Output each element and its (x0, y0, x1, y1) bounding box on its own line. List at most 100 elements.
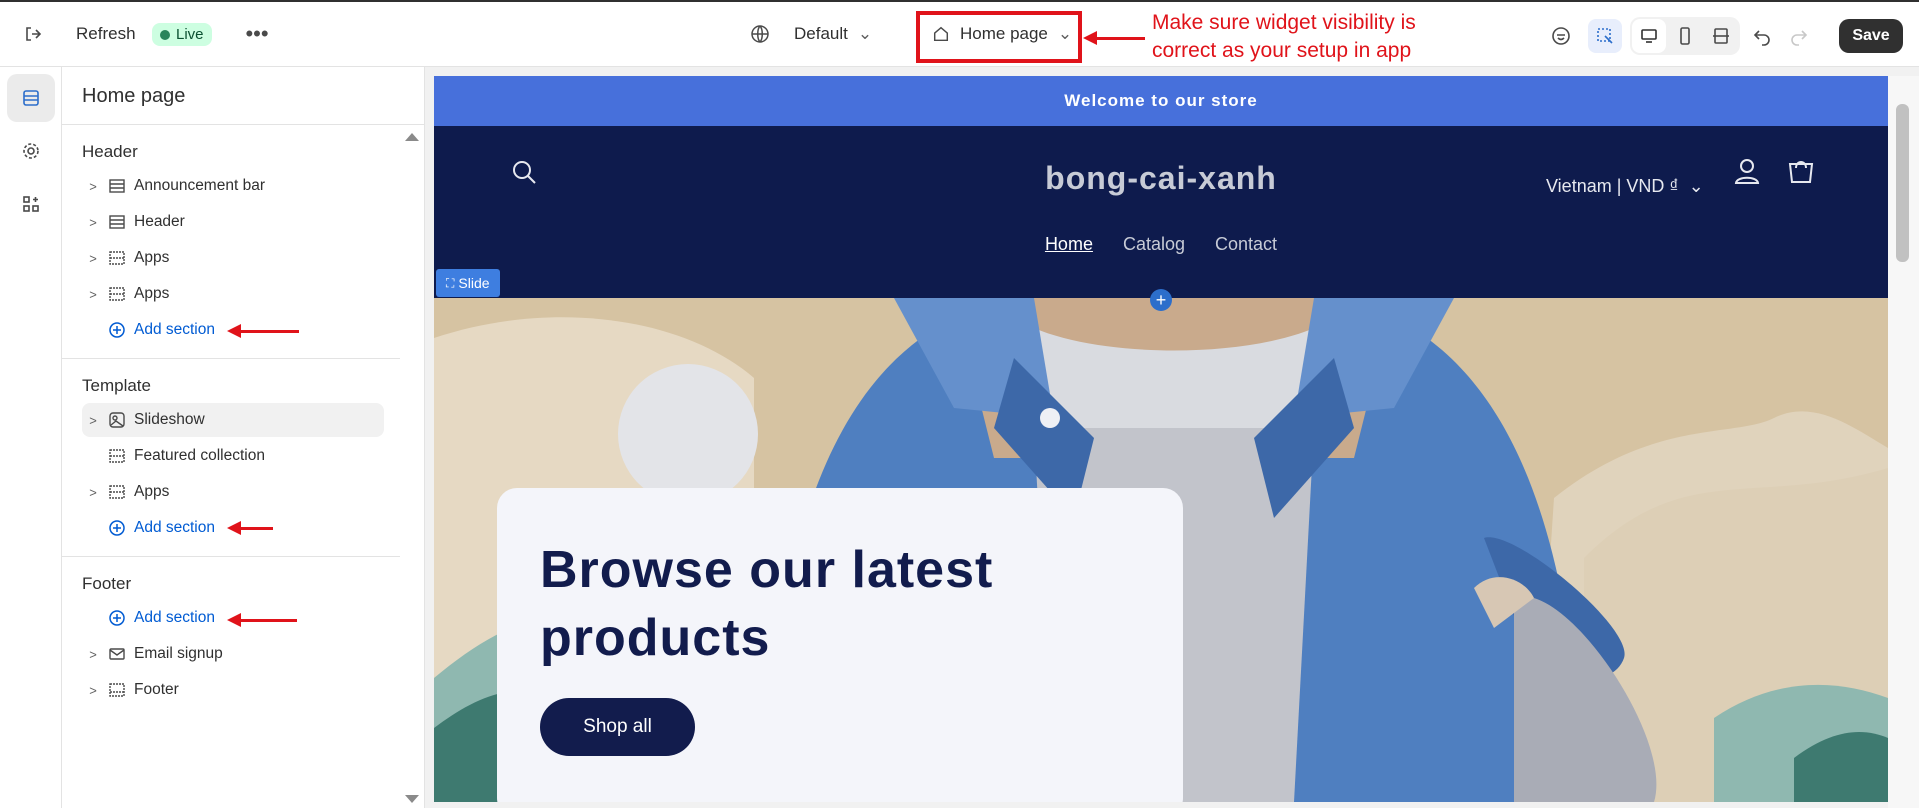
viewport-switcher (1630, 17, 1740, 55)
section-row-apps[interactable]: > Apps (82, 277, 448, 311)
section-row-footer[interactable]: > Footer (82, 673, 448, 707)
cart-icon[interactable] (1786, 156, 1816, 186)
gear-icon[interactable] (7, 127, 55, 175)
annotation-highlight-box (916, 11, 1082, 63)
desktop-icon[interactable] (1632, 19, 1666, 53)
store-preview: Welcome to our store bong-cai-xanh Vietn… (434, 76, 1888, 802)
chevron-right-icon[interactable]: > (82, 287, 104, 302)
chevron-right-icon[interactable]: > (82, 179, 104, 194)
chevron-right-icon[interactable]: > (82, 683, 104, 698)
section-label: Announcement bar (134, 177, 265, 194)
refresh-button[interactable]: Refresh (76, 24, 136, 44)
section-label: Featured collection (134, 447, 265, 464)
apps-section-icon (109, 485, 125, 499)
annotation-arrow-icon (227, 521, 273, 535)
hero-card: Browse our latest products Shop all (497, 488, 1183, 802)
section-row-announcement-bar[interactable]: > Announcement bar (82, 169, 448, 203)
section-row-apps[interactable]: > Apps (82, 241, 448, 275)
section-row-apps[interactable]: > Apps (82, 475, 448, 509)
locale-label: Vietnam | VND ₫ (1546, 176, 1679, 196)
theme-selector[interactable]: Default ⌄ (750, 24, 872, 44)
plus-circle-icon (109, 520, 125, 536)
nav-item-home[interactable]: Home (1045, 234, 1093, 255)
section-layout-icon (109, 215, 125, 229)
fullwidth-icon[interactable] (1704, 19, 1738, 53)
live-badge: Live (152, 23, 212, 46)
undo-icon[interactable] (1745, 19, 1779, 53)
footer-section-icon (109, 683, 125, 697)
chevron-right-icon[interactable]: > (82, 251, 104, 266)
scrollbar-thumb[interactable] (1896, 104, 1909, 262)
chevron-right-icon[interactable]: > (82, 413, 104, 428)
add-section-button[interactable]: Add section (82, 601, 448, 635)
hero-heading: Browse our latest products (540, 541, 994, 667)
section-label: Slideshow (134, 411, 205, 428)
add-section-label: Add section (134, 321, 215, 338)
chevron-right-icon[interactable]: > (82, 647, 104, 662)
section-row-featured-collection[interactable]: Featured collection (82, 439, 448, 473)
theme-label: Default (794, 24, 848, 43)
preview-scrollbar[interactable] (1888, 76, 1919, 808)
announcement-bar[interactable]: Welcome to our store (434, 76, 1888, 126)
chevron-down-icon: ⌄ (1688, 176, 1704, 196)
slide-tag[interactable]: ⛶ Slide (436, 269, 500, 297)
annotation-text: Make sure widget visibility is correct a… (1152, 11, 1416, 62)
add-block-icon[interactable]: + (1150, 289, 1172, 311)
section-label: Email signup (134, 645, 223, 662)
section-label: Apps (134, 483, 170, 500)
apps-section-icon (109, 251, 125, 265)
collection-section-icon (109, 449, 125, 463)
footer-group-title: Footer (82, 574, 132, 593)
chevron-right-icon[interactable]: > (82, 485, 104, 500)
sections-panel: Home page Header > Announcement bar > He… (62, 67, 425, 808)
store-header: bong-cai-xanh Vietnam | VND ₫ ⌄ Home Cat… (434, 126, 1888, 298)
redo-icon[interactable] (1782, 19, 1816, 53)
mail-icon (109, 648, 125, 660)
chevron-right-icon[interactable]: > (82, 215, 104, 230)
add-section-label: Add section (134, 519, 215, 536)
section-label: Apps (134, 249, 170, 266)
section-row-header[interactable]: > Header (82, 205, 448, 239)
select-icon: ⛶ (446, 275, 455, 290)
shop-all-button[interactable]: Shop all (540, 698, 695, 756)
nav-item-catalog[interactable]: Catalog (1123, 234, 1185, 255)
hero-slideshow[interactable]: Browse our latest products Shop all (434, 298, 1888, 802)
header-group-title: Header (82, 142, 138, 161)
scroll-up-icon[interactable] (405, 133, 419, 141)
annotation-arrow-icon (1083, 31, 1145, 45)
annotation-arrow-icon (227, 613, 297, 627)
section-label: Footer (134, 681, 179, 698)
sections-icon[interactable] (7, 74, 55, 122)
divider (62, 556, 400, 557)
slide-tag-label: Slide (458, 275, 490, 291)
editor-topbar: Refresh Live ••• Default ⌄ Home page ⌄ M… (0, 0, 1919, 67)
section-row-slideshow[interactable]: > Slideshow (82, 403, 384, 437)
mobile-icon[interactable] (1668, 19, 1702, 53)
apps-section-icon (109, 287, 125, 301)
divider (62, 124, 425, 125)
live-dot-icon (160, 29, 170, 40)
apps-icon[interactable] (7, 180, 55, 228)
panel-title: Home page (82, 85, 186, 107)
scroll-down-icon[interactable] (405, 795, 419, 803)
globe-icon (751, 25, 769, 43)
nav-item-contact[interactable]: Contact (1215, 234, 1277, 255)
editor-rail (0, 67, 62, 808)
add-section-label: Add section (134, 609, 215, 626)
main-nav: Home Catalog Contact (434, 234, 1888, 255)
accessibility-icon[interactable] (1544, 19, 1578, 53)
save-button[interactable]: Save (1839, 19, 1903, 53)
section-row-email-signup[interactable]: > Email signup (82, 637, 448, 671)
section-label: Header (134, 213, 185, 230)
divider (62, 358, 400, 359)
exit-icon[interactable] (16, 17, 50, 51)
inspector-icon[interactable] (1588, 19, 1622, 53)
more-icon[interactable]: ••• (240, 17, 274, 51)
slideshow-icon (109, 412, 125, 428)
chevron-down-icon: ⌄ (857, 24, 873, 43)
template-group-title: Template (82, 376, 151, 395)
plus-circle-icon (109, 322, 125, 338)
account-icon[interactable] (1732, 156, 1762, 186)
locale-selector[interactable]: Vietnam | VND ₫ ⌄ (1546, 176, 1704, 197)
section-label: Apps (134, 285, 170, 302)
